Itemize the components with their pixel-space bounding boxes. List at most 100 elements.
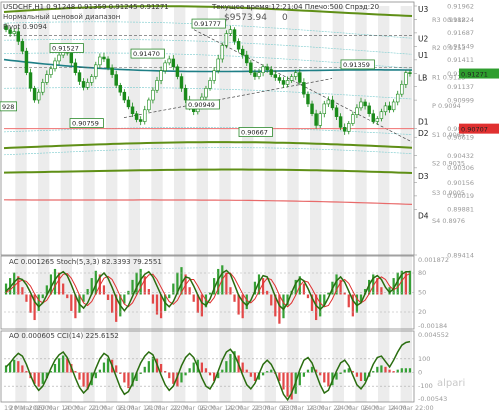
candle-bull xyxy=(289,76,294,81)
candle-bull xyxy=(322,103,327,114)
candle-bull xyxy=(261,66,265,73)
pivot-line: Pivot 0.9094 xyxy=(3,23,47,31)
candle-bear xyxy=(110,67,114,75)
level-label-lb: LB xyxy=(418,74,427,83)
candle-bear xyxy=(77,72,82,82)
ao-y-tick-label: -0.00543 xyxy=(418,395,447,403)
candle-bull xyxy=(159,70,163,81)
session-stripe xyxy=(287,6,299,402)
level-label-u1: U1 xyxy=(418,51,428,60)
candle-bull xyxy=(224,33,229,46)
candle-bull xyxy=(143,109,147,122)
y-tick-label: 0.91687 xyxy=(447,29,474,37)
ac-y-tick-label: 20 xyxy=(418,308,426,316)
candle-bull xyxy=(400,84,404,95)
candle-bull xyxy=(395,93,400,103)
candle-bull xyxy=(220,44,225,60)
level-label-d4: D4 xyxy=(418,211,429,220)
candle-bear xyxy=(102,56,106,60)
candle-bull xyxy=(293,72,298,77)
candle-bear xyxy=(81,81,86,88)
level-label-u2: U2 xyxy=(418,34,428,43)
candle-bull xyxy=(45,74,49,83)
session-stripe xyxy=(310,6,322,402)
candle-bear xyxy=(387,105,392,111)
candle-bull xyxy=(257,72,261,77)
candle-bear xyxy=(281,80,286,85)
ao-y-tick-label: 0.004552 xyxy=(418,331,449,339)
candle-bear xyxy=(269,69,273,75)
y-tick-label: 0.90156 xyxy=(447,179,474,187)
candle-bull xyxy=(347,123,351,132)
candle-bull xyxy=(89,76,94,83)
ao-y-tick-label: 0 xyxy=(418,369,422,377)
candle-bear xyxy=(245,54,249,64)
candle-bear xyxy=(134,113,139,120)
candle-bear xyxy=(122,91,127,101)
candle-bear xyxy=(302,82,306,95)
candle-bull xyxy=(163,62,167,71)
balance-suffix: 0 xyxy=(282,13,288,23)
candle-bear xyxy=(240,48,245,56)
y-tick-label: 0.89881 xyxy=(447,206,474,214)
candle-bull xyxy=(379,111,384,119)
candle-bull xyxy=(351,114,355,124)
candle-bear xyxy=(69,52,74,64)
session-stripe xyxy=(128,6,140,402)
candle-bull xyxy=(391,101,396,111)
candle-bull xyxy=(216,58,220,71)
candle-bull xyxy=(41,82,45,93)
session-stripe xyxy=(219,6,231,402)
candle-bull xyxy=(375,118,380,122)
candle-bear xyxy=(138,119,143,122)
candle-bear xyxy=(28,72,33,89)
candle-bull xyxy=(57,54,61,62)
candle-bull xyxy=(404,72,408,85)
alpari-watermark: alpari xyxy=(437,378,465,389)
candle-bear xyxy=(126,99,131,108)
candle-bear xyxy=(298,72,302,83)
candle-bear xyxy=(334,107,339,117)
candle-bull xyxy=(204,87,208,98)
candle-bear xyxy=(106,58,110,69)
candle-bear xyxy=(24,50,29,73)
indicator-name: Нормальный ценовой диапазон xyxy=(3,13,120,21)
candle-bear xyxy=(20,41,25,52)
ac-y-tick-label: 50 xyxy=(418,289,426,297)
candle-bull xyxy=(36,91,41,101)
symbol-header: USDCHF,H1 0.91248 0.91359 0.91245 0.9127… xyxy=(3,3,169,11)
session-stripe xyxy=(83,6,95,402)
candle-bear xyxy=(249,62,253,73)
candle-bear xyxy=(314,113,318,126)
ac-stoch-title: AC 0.001265 Stoch(5,3,3) 82.3393 79.2551 xyxy=(9,258,162,266)
candle-bear xyxy=(130,106,135,114)
candle-bear xyxy=(277,77,282,81)
candle-bear xyxy=(179,76,184,89)
candle-bear xyxy=(236,41,241,50)
balance: $9573.94 xyxy=(224,13,267,23)
chart-canvas: 0.919620.918240.916870.915490.914110.912… xyxy=(0,0,500,413)
candle-bull xyxy=(208,80,212,89)
ao-y-tick-label: -100 xyxy=(418,382,433,390)
candle-bull xyxy=(355,107,359,115)
candle-bear xyxy=(367,105,371,114)
candle-bull xyxy=(98,56,102,66)
candle-bear xyxy=(16,31,21,42)
x-tick-label: 24 Mar 22:00 xyxy=(390,404,433,412)
candle-bull xyxy=(49,68,53,75)
ao-cci-title: AO 0.000605 CCI(14) 225.6152 xyxy=(9,332,119,340)
level-label-u3: U3 xyxy=(418,5,428,14)
ac-y-tick-label: -0.00184 xyxy=(418,322,447,330)
candle-bull xyxy=(94,64,98,77)
level-label-d3: D3 xyxy=(418,172,429,181)
candle-bear xyxy=(171,58,176,68)
pivot-level-label: R3 0.9182 xyxy=(432,16,465,24)
candle-bull xyxy=(326,99,331,105)
candle-bear xyxy=(118,85,123,93)
pivot-level-label: P 0.9094 xyxy=(432,102,461,110)
session-stripe xyxy=(38,6,50,402)
candle-bull xyxy=(151,89,155,101)
candle-bull xyxy=(383,105,388,113)
candle-bull xyxy=(228,29,233,34)
session-stripe xyxy=(174,6,186,402)
